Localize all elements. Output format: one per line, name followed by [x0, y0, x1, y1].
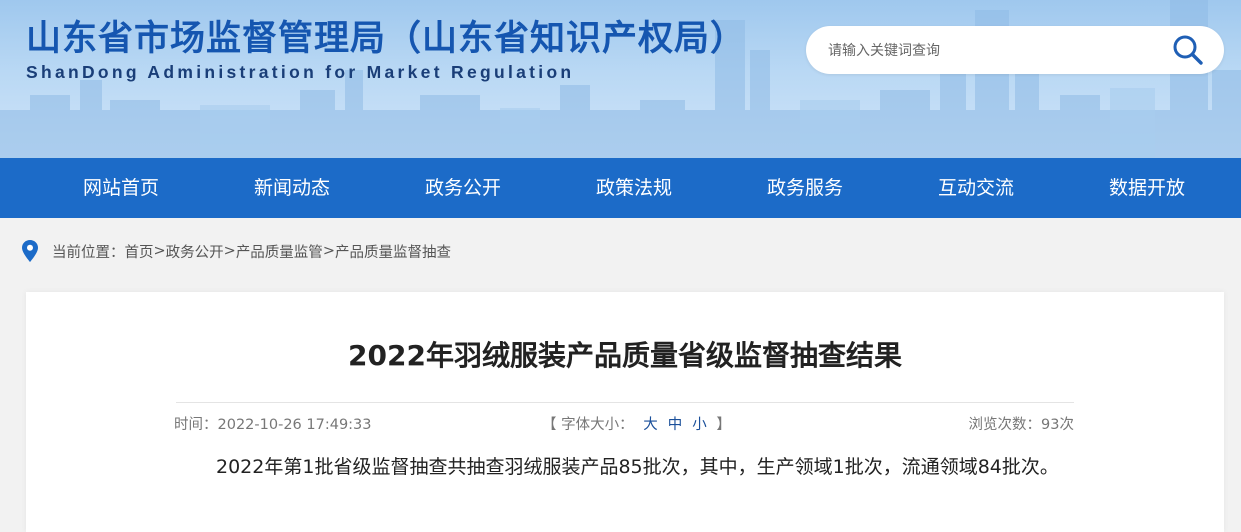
breadcrumb-separator: > [322, 243, 335, 259]
font-size-switcher: 【 字体大小： 大中小 】 [542, 413, 731, 434]
main-nav: 网站首页 新闻动态 政务公开 政策法规 政务服务 互动交流 数据开放 [0, 158, 1241, 218]
nav-item-news[interactable]: 新闻动态 [217, 158, 367, 218]
site-header: 山东省市场监督管理局（山东省知识产权局） ShanDong Administra… [0, 0, 1241, 158]
breadcrumb-separator: > [223, 243, 236, 259]
breadcrumb-public[interactable]: 政务公开 [166, 241, 224, 262]
search-button[interactable] [1170, 32, 1206, 68]
font-size-large[interactable]: 大 [643, 417, 658, 433]
view-count-unit: 次 [1059, 417, 1075, 433]
view-count: 浏览次数：93次 [969, 413, 1074, 434]
view-count-label: 浏览次数： [968, 417, 1042, 433]
font-size-medium[interactable]: 中 [668, 417, 683, 433]
search-box [806, 26, 1224, 74]
nav-item-public[interactable]: 政务公开 [388, 158, 538, 218]
breadcrumb-separator: > [153, 243, 166, 259]
site-subtitle: ShanDong Administration for Market Regul… [26, 62, 575, 82]
search-input[interactable] [826, 36, 1150, 66]
font-size-small[interactable]: 小 [692, 417, 707, 433]
nav-item-policy[interactable]: 政策法规 [559, 158, 709, 218]
breadcrumb-quality[interactable]: 产品质量监管 [236, 241, 323, 262]
breadcrumb-home[interactable]: 首页 [125, 241, 154, 262]
breadcrumb-prefix: 当前位置： [52, 244, 125, 261]
font-size-label: 字体大小： [561, 417, 634, 433]
nav-item-open-data[interactable]: 数据开放 [1072, 158, 1222, 218]
article-title: 2022年羽绒服装产品质量省级监督抽查结果 [348, 339, 902, 372]
nav-item-home[interactable]: 网站首页 [46, 158, 196, 218]
publish-time: 时间：2022-10-26 17:49:33 [174, 413, 372, 434]
title-divider [176, 402, 1074, 403]
article-card: 2022年羽绒服装产品质量省级监督抽查结果 时间：2022-10-26 17:4… [26, 292, 1224, 532]
location-pin-icon [22, 240, 38, 262]
article-body: 2022年第1批省级监督抽查共抽查羽绒服装产品85批次，其中，生产领域1批次，流… [216, 456, 1059, 478]
nav-item-interact[interactable]: 互动交流 [901, 158, 1051, 218]
publish-time-label: 时间： [174, 417, 218, 433]
magnifier-icon [1173, 35, 1203, 65]
view-count-value: 93 [1041, 417, 1060, 433]
nav-item-services[interactable]: 政务服务 [730, 158, 880, 218]
bracket-close: 】 [711, 417, 731, 433]
site-title: 山东省市场监督管理局（山东省知识产权局） [26, 19, 747, 59]
breadcrumb-inspection[interactable]: 产品质量监督抽查 [335, 241, 451, 262]
bracket-open: 【 [542, 417, 562, 433]
publish-time-value: 2022-10-26 17:49:33 [217, 417, 372, 433]
breadcrumb: 当前位置： 首页 > 政务公开 > 产品质量监管 > 产品质量监督抽查 [22, 239, 451, 263]
